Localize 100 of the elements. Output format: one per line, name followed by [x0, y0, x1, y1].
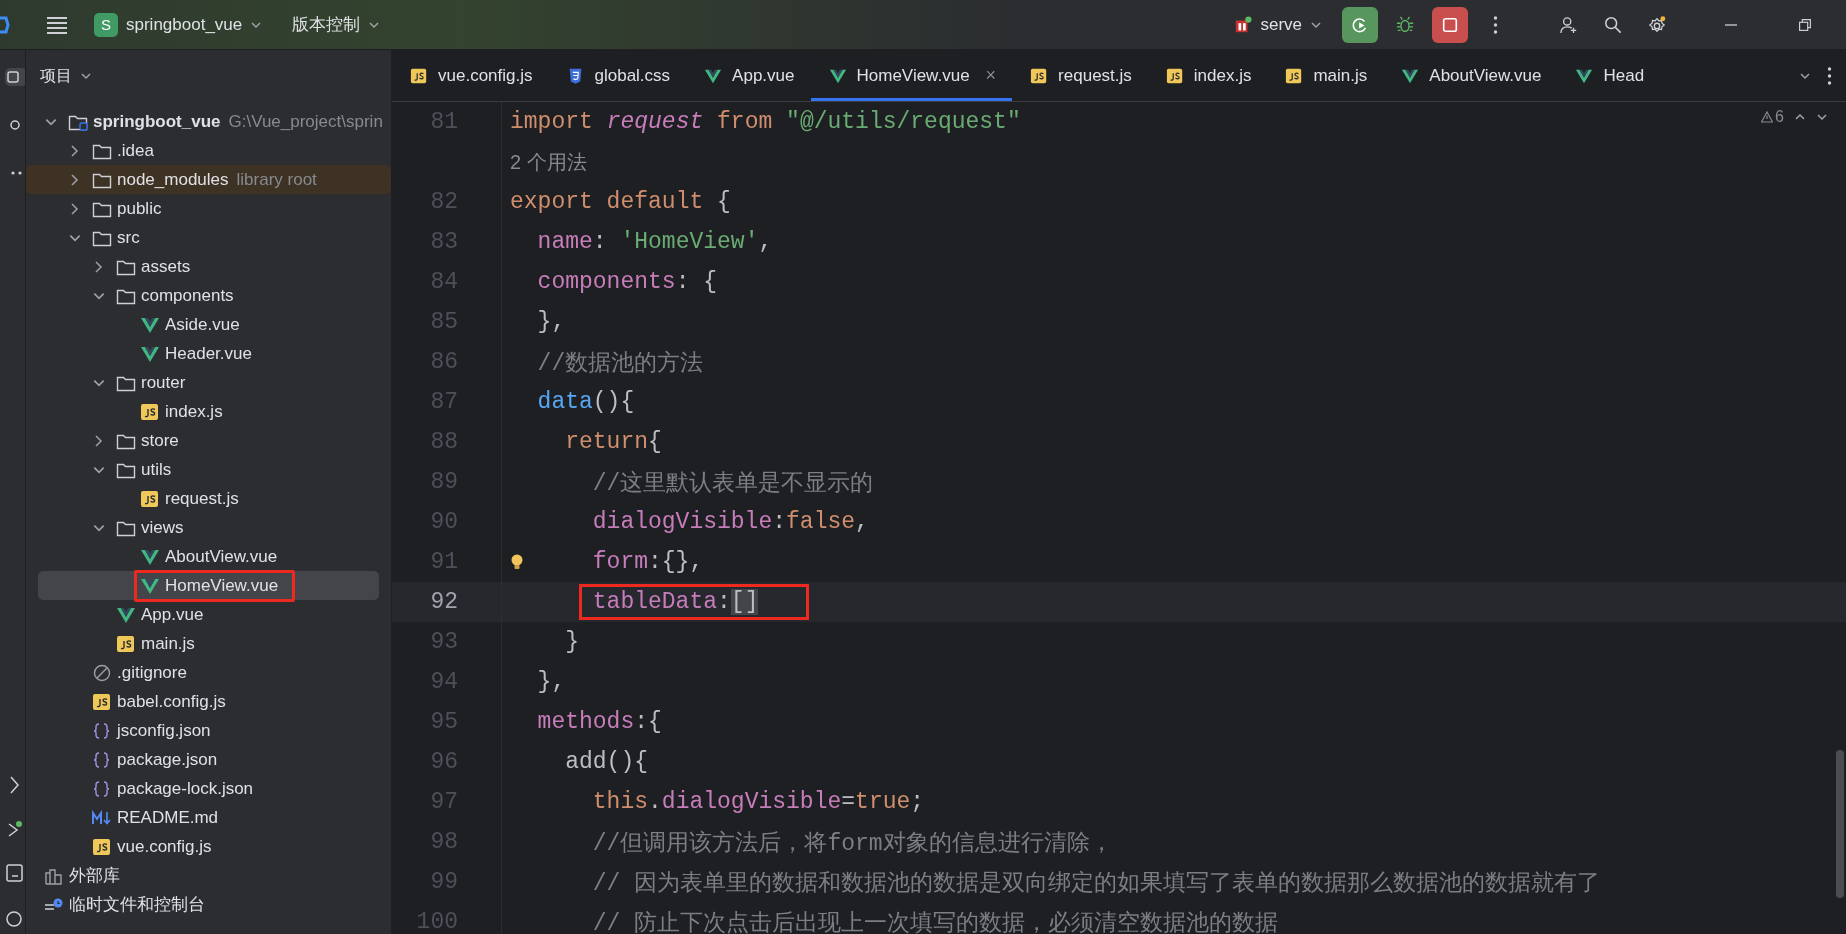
tree-item[interactable]: 外部库 [38, 861, 379, 890]
js-file-icon [92, 692, 112, 711]
tree-item[interactable]: AboutView.vue [38, 542, 379, 571]
usage-hint[interactable]: 2 个用法 [510, 148, 587, 176]
tree-item[interactable]: utils [38, 455, 379, 484]
tree-item[interactable]: package.json [38, 745, 379, 774]
editor-tab[interactable]: index.js [1147, 50, 1268, 101]
project-badge: S [94, 12, 118, 37]
vue-icon [140, 315, 160, 334]
file-name: utils [141, 459, 172, 480]
tree-item[interactable]: 临时文件和控制台 [38, 890, 379, 919]
vue-icon [140, 547, 160, 566]
tree-item[interactable]: assets [38, 252, 379, 281]
tree-item[interactable]: jsconfig.json [38, 716, 379, 745]
file-name: store [141, 430, 179, 451]
braces-icon [92, 721, 112, 740]
tree-item[interactable]: request.js [38, 484, 379, 513]
file-name: Aside.vue [165, 314, 240, 335]
code-line: // 因为表单里的数据和数据池的数据是双向绑定的如果填写了表单的数据那么数据池的数据就有了 [591, 869, 1602, 899]
file-name: public [117, 198, 162, 219]
run-config-selector[interactable]: serve [1234, 14, 1322, 35]
code-line: // 防止下次点击后出现上一次填写的数据，必须清空数据池的数据 [591, 909, 1280, 934]
warning-count[interactable]: 6 [1761, 108, 1784, 126]
settings-icon [1648, 15, 1666, 34]
editor-tab[interactable]: App.vue [686, 50, 811, 101]
tree-item[interactable]: src [38, 223, 379, 252]
tree-item[interactable]: node_modules library root [26, 165, 391, 194]
file-name: components [141, 285, 234, 306]
code-line: form:{}, [591, 548, 705, 577]
file-name: README.md [117, 807, 219, 828]
tree-item[interactable]: App.vue [38, 600, 379, 629]
editor-tab[interactable]: main.js [1267, 50, 1384, 101]
minimize-icon [1724, 23, 1738, 26]
file-name: Header.vue [165, 343, 252, 364]
file-name: jsconfig.json [117, 720, 211, 741]
code-line: } [564, 628, 580, 657]
panel-title[interactable]: 项目 [26, 50, 391, 102]
editor-tab[interactable]: request.js [1012, 50, 1148, 101]
run-config-icon [1234, 15, 1253, 34]
project-selector[interactable]: S springboot_vue [94, 12, 263, 37]
braces-icon [92, 750, 112, 769]
file-name: vue.config.js [117, 836, 212, 857]
vue-icon [140, 576, 160, 595]
tree-item[interactable]: store [38, 426, 379, 455]
tree-item[interactable]: vue.config.js [38, 832, 379, 861]
library-icon [44, 866, 64, 885]
file-name: App.vue [141, 604, 204, 625]
rerun-icon [1351, 15, 1369, 34]
rerun-button[interactable] [1342, 6, 1378, 43]
search-icon [1604, 15, 1622, 34]
tree-item[interactable]: .idea [38, 136, 379, 165]
tree-item[interactable]: main.js [38, 629, 379, 658]
tree-item[interactable]: README.md [38, 803, 379, 832]
tree-item[interactable]: router [38, 368, 379, 397]
js-file-icon [1285, 66, 1304, 85]
vcs-menu[interactable]: 版本控制 [292, 13, 381, 36]
more-icon[interactable] [1827, 65, 1832, 86]
file-name: package.json [117, 749, 218, 770]
line-number: 92 [429, 589, 459, 615]
file-name: 外部库 [69, 865, 120, 887]
file-name: request.js [165, 488, 239, 509]
stop-button[interactable] [1432, 6, 1468, 43]
tree-item[interactable]: index.js [38, 397, 379, 426]
tree-item[interactable]: Aside.vue [38, 310, 379, 339]
tree-item[interactable]: HomeView.vue [38, 571, 379, 600]
file-name: springboot_vue [93, 111, 221, 132]
editor-tab[interactable]: global.css [548, 50, 687, 101]
braces-icon [92, 779, 112, 798]
file-name: node_modules [117, 169, 229, 190]
editor-tab[interactable]: Head [1557, 50, 1661, 101]
file-name: package-lock.json [117, 778, 254, 799]
file-name: src [117, 227, 140, 248]
tree-item[interactable]: .gitignore [38, 658, 379, 687]
scrollbar-thumb[interactable] [1836, 750, 1844, 898]
editor-tab[interactable]: vue.config.js [392, 50, 549, 101]
add-user-icon [1560, 15, 1578, 34]
code-line: components: { [536, 268, 719, 297]
lightbulb-icon[interactable] [509, 553, 525, 571]
editor-tab[interactable]: HomeView.vue × [810, 50, 1013, 101]
code-line: //数据池的方法 [536, 349, 705, 379]
warning-icon [1761, 111, 1774, 123]
tree-item[interactable]: public [38, 194, 379, 223]
editor-tab[interactable]: AboutView.vue [1383, 50, 1558, 101]
terminal-icon[interactable] [5, 862, 25, 884]
tree-item[interactable]: Header.vue [38, 339, 379, 368]
tree-item[interactable]: package-lock.json [38, 774, 379, 803]
chevron-down-icon[interactable] [1816, 111, 1828, 123]
tree-item[interactable]: components [38, 281, 379, 310]
code-line: }, [536, 668, 567, 697]
code-line: //但调用该方法后，将form对象的信息进行清除， [591, 829, 1114, 859]
prohibited-icon [92, 663, 112, 682]
close-icon[interactable]: × [985, 65, 997, 86]
js-file-icon [1165, 66, 1184, 85]
code-line: }, [536, 308, 567, 337]
tree-item[interactable]: views [38, 513, 379, 542]
code-line: name: 'HomeView', [536, 228, 774, 257]
code-line: //这里默认表单是不显示的 [591, 469, 875, 499]
menu-icon[interactable] [46, 15, 68, 34]
code-line: dialogVisible:false, [591, 508, 870, 537]
tree-item[interactable]: babel.config.js [38, 687, 379, 716]
